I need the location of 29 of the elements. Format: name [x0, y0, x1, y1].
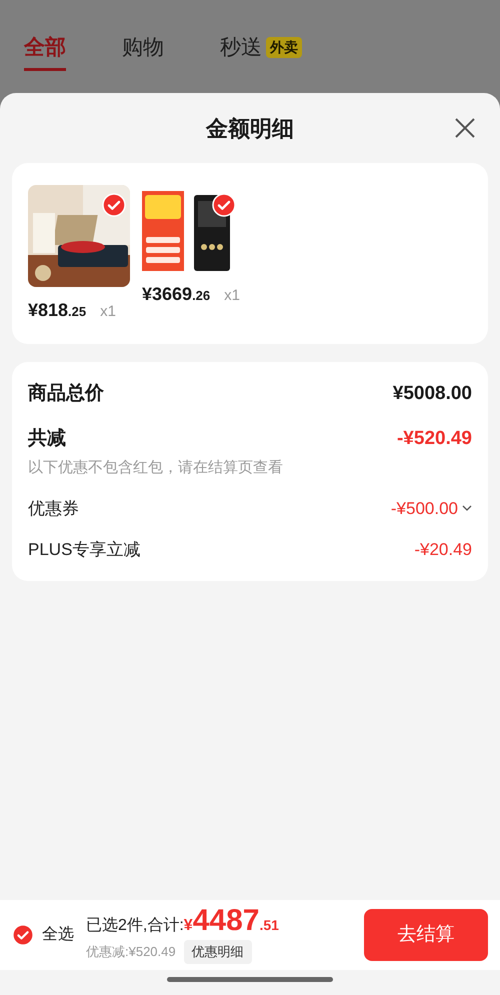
- summary-label: 优惠券: [28, 498, 79, 520]
- category-tab[interactable]: 全部: [24, 32, 66, 70]
- summary-note: 以下优惠不包含红包，请在结算页查看: [28, 458, 284, 478]
- category-tab[interactable]: 购物: [122, 32, 164, 70]
- summary-label: 共减: [28, 426, 66, 450]
- summary-label: PLUS专享立减: [28, 539, 140, 561]
- check-icon[interactable]: [212, 193, 236, 217]
- chevron-icon[interactable]: [462, 505, 472, 512]
- product-price: ¥818.25: [28, 299, 86, 322]
- quantity-label: x1: [224, 286, 240, 306]
- tab-badge: 外卖: [266, 36, 302, 58]
- select-all-label[interactable]: 全选: [42, 923, 74, 947]
- discount-text: 优惠减:¥520.49: [86, 943, 176, 962]
- summary-amount: -¥520.49: [396, 426, 472, 450]
- discount-detail-button[interactable]: 优惠明细: [184, 940, 252, 964]
- quantity-label: x1: [100, 302, 116, 322]
- category-tab[interactable]: 秒送: [220, 32, 262, 70]
- selected-count: 已选2件,合计:: [86, 916, 184, 936]
- sheet-title: 金额明细: [206, 114, 294, 142]
- summary-amount: -¥500.00: [390, 498, 458, 520]
- summary-amount: -¥20.49: [414, 539, 472, 561]
- product-price: ¥3669.26: [142, 283, 210, 306]
- close-icon[interactable]: [454, 117, 476, 139]
- total-price: ¥4487.51: [184, 906, 279, 938]
- check-icon[interactable]: [102, 193, 126, 217]
- summary-label: 商品总价: [28, 382, 104, 406]
- check-icon[interactable]: [12, 924, 34, 946]
- checkout-button[interactable]: 去结算: [364, 909, 488, 961]
- summary-amount: ¥5008.00: [392, 382, 472, 406]
